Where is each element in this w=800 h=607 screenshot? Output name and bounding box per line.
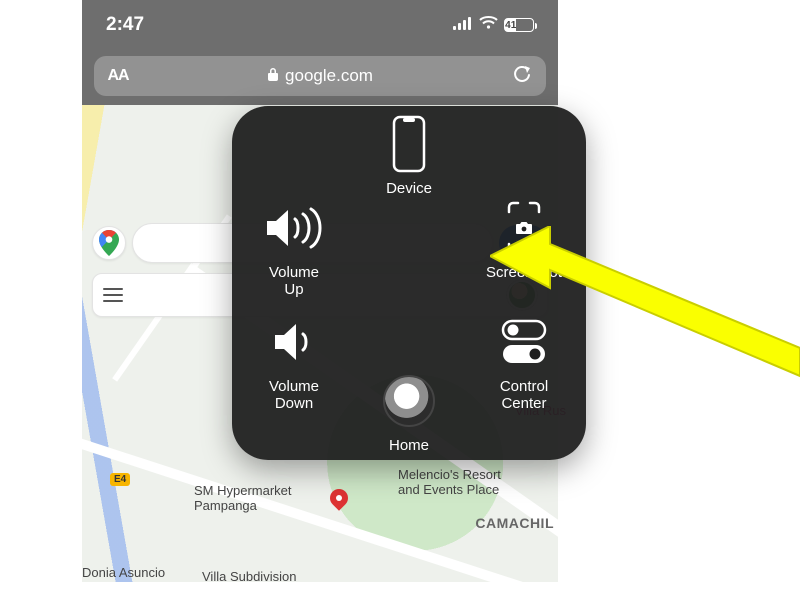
wifi-icon bbox=[479, 14, 498, 36]
status-bar: 2:47 41 bbox=[82, 0, 558, 50]
volume-down-icon bbox=[271, 312, 317, 372]
assistivetouch-home-label: Home bbox=[389, 437, 429, 454]
assistivetouch-screenshot-button[interactable]: Screenshot bbox=[472, 198, 576, 281]
cellular-icon bbox=[453, 14, 473, 36]
hamburger-icon[interactable] bbox=[103, 288, 123, 303]
home-button-icon bbox=[383, 371, 435, 431]
assistivetouch-volume-up-button[interactable]: Volume Up bbox=[242, 198, 346, 299]
refresh-button[interactable] bbox=[498, 64, 546, 89]
url-text: google.com bbox=[285, 66, 373, 86]
status-right: 41 bbox=[453, 14, 534, 36]
lock-icon bbox=[267, 66, 279, 86]
volume-up-icon bbox=[263, 198, 325, 258]
status-time: 2:47 bbox=[106, 14, 144, 36]
google-maps-logo[interactable] bbox=[92, 226, 126, 260]
map-label-camachil: CAMACHIL bbox=[475, 515, 554, 531]
assistivetouch-device-button[interactable]: Device bbox=[357, 114, 461, 197]
assistivetouch-control-center-label: Control Center bbox=[500, 378, 548, 413]
map-label-donia: Donia Asuncio bbox=[82, 565, 165, 580]
assistivetouch-panel: Device Volume Up Screenshot Volume Down … bbox=[232, 106, 586, 460]
road-shield-e4: E4 bbox=[110, 473, 130, 486]
assistivetouch-volume-down-label: Volume Down bbox=[269, 378, 319, 413]
text-size-button[interactable]: AA bbox=[94, 67, 142, 85]
url-bar[interactable]: AA google.com bbox=[94, 56, 546, 96]
assistivetouch-device-label: Device bbox=[386, 180, 432, 197]
screenshot-icon bbox=[506, 198, 542, 258]
url-domain[interactable]: google.com bbox=[142, 66, 498, 86]
battery-percent: 41 bbox=[505, 19, 516, 31]
map-label-hypermarket: SM Hypermarket Pampanga bbox=[194, 483, 292, 513]
device-icon bbox=[392, 114, 426, 174]
phone-frame: 2:47 41 AA google.com E bbox=[82, 0, 558, 582]
assistivetouch-control-center-button[interactable]: Control Center bbox=[472, 312, 576, 413]
control-center-icon bbox=[499, 312, 549, 372]
map-pin-icon bbox=[326, 485, 351, 510]
assistivetouch-volume-up-label: Volume Up bbox=[269, 264, 319, 299]
assistivetouch-screenshot-label: Screenshot bbox=[486, 264, 562, 281]
map-label-resort: Melencio's Resort and Events Place bbox=[398, 467, 501, 497]
battery-icon: 41 bbox=[504, 18, 534, 32]
assistivetouch-volume-down-button[interactable]: Volume Down bbox=[242, 312, 346, 413]
assistivetouch-home-button[interactable]: Home bbox=[357, 371, 461, 454]
